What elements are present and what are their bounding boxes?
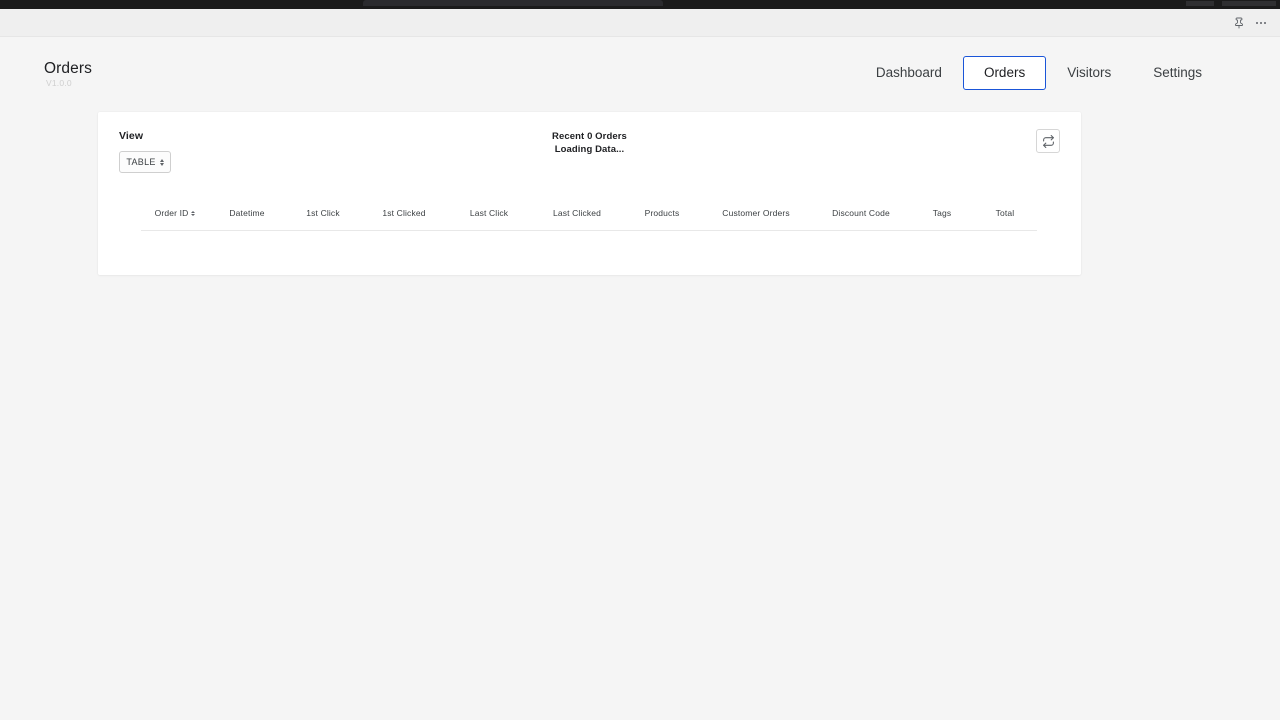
- nav-item-settings[interactable]: Settings: [1132, 56, 1223, 90]
- orders-table-body: [141, 231, 1037, 259]
- column-label: Order ID: [154, 208, 189, 218]
- table-header-row: Order ID Datetime 1st Click 1st Clicked: [141, 208, 1037, 231]
- orders-card: View TABLE Recent 0 Orders Loading Data.…: [98, 112, 1081, 275]
- browser-window-control-a[interactable]: [1186, 1, 1214, 6]
- orders-table: Order ID Datetime 1st Click 1st Clicked: [141, 208, 1037, 259]
- page-title: Orders: [44, 60, 92, 77]
- nav-item-visitors[interactable]: Visitors: [1046, 56, 1132, 90]
- orders-table-wrap: Order ID Datetime 1st Click 1st Clicked: [141, 208, 1037, 259]
- column-label: 1st Click: [306, 208, 340, 218]
- column-header-customer-orders[interactable]: Customer Orders: [701, 208, 811, 231]
- column-header-order-id[interactable]: Order ID: [141, 208, 209, 231]
- column-label: Customer Orders: [722, 208, 790, 218]
- column-label: Total: [995, 208, 1015, 218]
- ellipsis-icon[interactable]: [1252, 14, 1270, 32]
- column-header-last-click[interactable]: Last Click: [447, 208, 531, 231]
- browser-window-control-b[interactable]: [1222, 1, 1276, 6]
- card-toolbar: View TABLE Recent 0 Orders Loading Data.…: [98, 112, 1081, 197]
- view-label: View: [119, 130, 144, 142]
- column-label: Datetime: [229, 208, 265, 218]
- column-header-discount-code[interactable]: Discount Code: [811, 208, 911, 231]
- column-header-1st-clicked[interactable]: 1st Clicked: [361, 208, 447, 231]
- column-header-last-clicked[interactable]: Last Clicked: [531, 208, 623, 231]
- loading-status: Loading Data...: [554, 144, 625, 155]
- ellipsis-dots: [1256, 21, 1266, 24]
- brand: Orders V1.0.0: [44, 60, 92, 89]
- nav-item-orders[interactable]: Orders: [962, 56, 1047, 90]
- refresh-button[interactable]: [1036, 129, 1060, 153]
- sort-updown-icon[interactable]: [191, 211, 196, 216]
- table-empty-row: [141, 231, 1037, 259]
- column-label: Discount Code: [832, 208, 890, 218]
- column-header-total[interactable]: Total: [973, 208, 1037, 231]
- page-surface: Orders V1.0.0 Dashboard Orders Visitors …: [0, 37, 1280, 720]
- column-header-1st-click[interactable]: 1st Click: [285, 208, 361, 231]
- view-control: View TABLE: [119, 130, 171, 173]
- nav-item-dashboard[interactable]: Dashboard: [855, 56, 963, 90]
- chevron-updown-icon: [159, 158, 164, 166]
- status-block: Recent 0 Orders Loading Data...: [98, 130, 1081, 156]
- column-label: Last Clicked: [552, 208, 602, 218]
- recent-orders-count: Recent 0 Orders: [552, 131, 627, 142]
- app-version: V1.0.0: [46, 78, 72, 88]
- browser-tab[interactable]: [363, 0, 663, 6]
- view-select[interactable]: TABLE: [119, 151, 171, 173]
- app-toolbar: [0, 9, 1280, 37]
- column-label: Products: [644, 208, 680, 218]
- browser-chrome-strip: [0, 0, 1280, 9]
- column-label: Last Click: [469, 208, 509, 218]
- refresh-icon: [1042, 134, 1055, 148]
- orders-table-head: Order ID Datetime 1st Click 1st Clicked: [141, 208, 1037, 231]
- app-header: Orders V1.0.0 Dashboard Orders Visitors …: [0, 37, 1280, 112]
- column-label: 1st Clicked: [382, 208, 426, 218]
- column-header-tags[interactable]: Tags: [911, 208, 973, 231]
- pin-icon[interactable]: [1230, 14, 1248, 32]
- view-select-value: TABLE: [126, 156, 156, 167]
- main-nav: Dashboard Orders Visitors Settings: [855, 56, 1223, 90]
- column-header-products[interactable]: Products: [623, 208, 701, 231]
- column-label: Tags: [932, 208, 952, 218]
- column-header-datetime[interactable]: Datetime: [209, 208, 285, 231]
